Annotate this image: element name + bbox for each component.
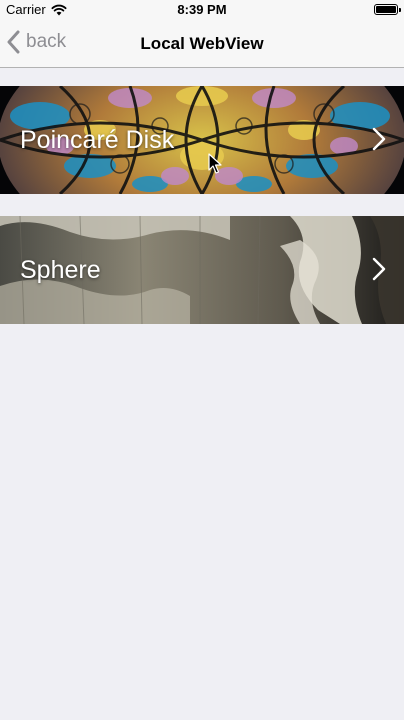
status-time: 8:39 PM <box>177 2 227 17</box>
list-item-sphere[interactable]: Sphere <box>0 216 404 324</box>
list-item-label: Sphere <box>20 256 101 284</box>
page-title: Local WebView <box>140 34 264 53</box>
list-item-poincare-disk[interactable]: Poincaré Disk <box>0 86 404 194</box>
battery-tip <box>399 8 401 12</box>
battery-icon <box>374 4 401 15</box>
list-item-label: Poincaré Disk <box>20 126 175 154</box>
chevron-right-icon <box>372 127 386 151</box>
webview-list: Poincaré Disk Sphere <box>0 86 404 324</box>
chevron-right-icon <box>372 257 386 281</box>
battery-fill <box>376 6 396 13</box>
navigation-bar: back Local WebView <box>0 20 404 68</box>
status-bar: Carrier 8:39 PM <box>0 0 404 20</box>
